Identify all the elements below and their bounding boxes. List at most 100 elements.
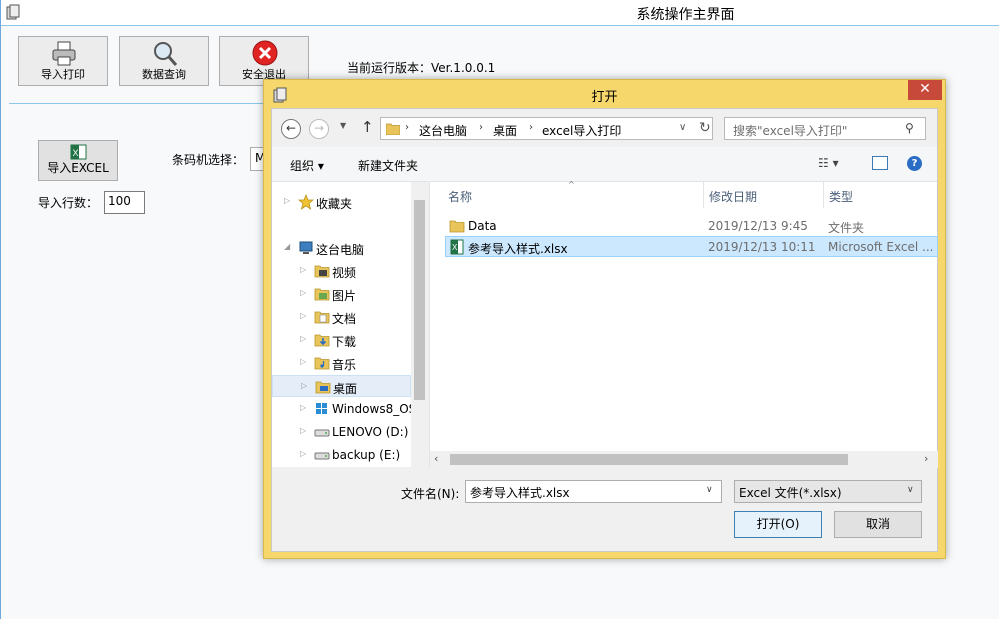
folder-icon <box>449 220 465 233</box>
expand-arrow-icon[interactable]: ◢ <box>284 242 290 251</box>
data-query-button[interactable]: 数据查询 <box>119 36 209 86</box>
drive-icon <box>314 452 330 460</box>
nav-item-drive-d[interactable]: ▷ LENOVO (D:) <box>288 421 428 443</box>
recent-locations-dropdown[interactable]: ▼ <box>340 121 346 130</box>
nav-item-pictures[interactable]: ▷ 图片 <box>288 283 428 305</box>
chevron-down-icon[interactable]: ∨ <box>907 485 914 495</box>
nav-item-documents[interactable]: ▷ 文档 <box>288 306 428 328</box>
refresh-icon[interactable]: ↻ <box>699 120 711 136</box>
filename-label: 文件名(N): <box>401 487 460 501</box>
folder-icon <box>386 123 400 135</box>
expand-arrow-icon[interactable]: ▷ <box>301 381 307 390</box>
view-options-icon[interactable]: ☷ ▾ <box>818 156 839 170</box>
nav-pane-scrollbar[interactable] <box>411 182 428 468</box>
import-print-button[interactable]: 导入打印 <box>18 36 108 86</box>
nav-item-desktop[interactable]: ▷ 桌面 <box>272 375 411 397</box>
breadcrumb-this-pc[interactable]: 这台电脑 <box>419 122 467 139</box>
column-divider[interactable] <box>823 182 824 208</box>
breadcrumb-separator: › <box>405 122 409 133</box>
back-button[interactable]: ← <box>281 119 301 139</box>
forward-button[interactable]: → <box>309 119 329 139</box>
rows-input[interactable]: 100 <box>104 191 145 214</box>
cancel-button[interactable]: 取消 <box>834 511 922 538</box>
svg-text:X: X <box>73 148 79 158</box>
nav-item-favorites[interactable]: ▷ 收藏夹 <box>272 191 412 213</box>
nav-item-drive-e[interactable]: ▷ backup (E:) <box>288 444 428 466</box>
import-excel-button[interactable]: X 导入EXCEL <box>38 140 118 181</box>
open-button[interactable]: 打开(O) <box>734 511 822 538</box>
sort-arrow-icon: ^ <box>568 180 575 189</box>
chevron-down-icon[interactable]: ∨ <box>679 122 686 133</box>
main-window-title: 系统操作主界面 <box>636 7 735 23</box>
windows-drive-icon <box>316 403 327 414</box>
column-header-date[interactable]: 修改日期 <box>709 188 757 205</box>
file-date: 2019/12/13 10:11 <box>708 240 816 254</box>
dialog-titlebar[interactable]: 打开 ✕ <box>264 80 945 108</box>
nav-item-label: 图片 <box>332 289 357 303</box>
expand-arrow-icon[interactable]: ▷ <box>300 334 306 343</box>
address-bar[interactable]: › 这台电脑 › 桌面 › excel导入打印 ∨ ↻ <box>380 117 713 140</box>
chevron-down-icon[interactable]: ∨ <box>706 485 713 495</box>
dialog-toolbar: 组织 ▾ 新建文件夹 ☷ ▾ ? <box>272 147 937 181</box>
column-header-name[interactable]: 名称 <box>448 188 472 205</box>
nav-item-videos[interactable]: ▷ 视频 <box>288 260 428 282</box>
nav-item-label: 视频 <box>332 266 357 280</box>
dialog-content: ← → ▼ ↑ › 这台电脑 › 桌面 › excel导入打印 ∨ ↻ 搜索"e… <box>271 108 938 552</box>
filename-input[interactable]: 参考导入样式.xlsx ∨ <box>465 480 722 503</box>
file-name: 参考导入样式.xlsx <box>468 242 568 256</box>
breadcrumb-current-folder[interactable]: excel导入打印 <box>542 122 621 139</box>
expand-arrow-icon[interactable]: ▷ <box>300 449 306 458</box>
expand-arrow-icon[interactable]: ▷ <box>300 288 306 297</box>
new-folder-button[interactable]: 新建文件夹 <box>358 157 418 174</box>
nav-item-drive-c[interactable]: ▷ Windows8_OS ( <box>288 398 428 420</box>
file-type-filter[interactable]: Excel 文件(*.xlsx) ∨ <box>734 480 922 503</box>
exit-icon <box>252 40 278 66</box>
expand-arrow-icon[interactable]: ▷ <box>300 357 306 366</box>
search-icon: ⚲ <box>905 121 914 135</box>
file-list-scrollbar[interactable]: ‹ › <box>430 451 938 468</box>
excel-file-icon: X <box>450 239 464 255</box>
nav-item-label: 桌面 <box>333 382 358 396</box>
nav-item-music[interactable]: ▷ 音乐 <box>288 352 428 374</box>
nav-item-downloads[interactable]: ▷ 下载 <box>288 329 428 351</box>
expand-arrow-icon[interactable]: ▷ <box>300 426 306 435</box>
up-button[interactable]: ↑ <box>361 118 374 136</box>
breadcrumb-desktop[interactable]: 桌面 <box>493 122 517 139</box>
file-row[interactable]: Data 2019/12/13 9:45 文件夹 <box>446 216 939 237</box>
nav-item-label: 文档 <box>332 312 357 326</box>
nav-item-this-pc[interactable]: ◢ 这台电脑 <box>272 237 412 259</box>
help-icon[interactable]: ? <box>907 156 922 171</box>
pictures-folder-icon <box>314 288 330 301</box>
drive-icon <box>314 429 330 437</box>
column-header-type[interactable]: 类型 <box>829 188 853 205</box>
downloads-folder-icon <box>314 334 330 347</box>
data-query-label: 数据查询 <box>142 68 186 81</box>
scroll-left-icon[interactable]: ‹ <box>434 452 438 465</box>
file-type-filter-value: Excel 文件(*.xlsx) <box>739 486 842 500</box>
barcode-label: 条码机选择： <box>172 153 245 167</box>
preview-pane-icon[interactable] <box>872 156 888 170</box>
nav-item-label: 音乐 <box>332 358 357 372</box>
column-divider[interactable] <box>703 182 704 208</box>
expand-arrow-icon[interactable]: ▷ <box>300 265 306 274</box>
file-type: 文件夹 <box>828 221 865 235</box>
expand-arrow-icon[interactable]: ▷ <box>284 196 290 205</box>
close-button[interactable]: ✕ <box>908 80 942 100</box>
organize-button[interactable]: 组织 ▾ <box>290 157 324 174</box>
scrollbar-thumb[interactable] <box>450 454 848 465</box>
svg-text:X: X <box>452 243 458 252</box>
dialog-title: 打开 <box>591 90 618 105</box>
video-folder-icon <box>314 265 330 278</box>
nav-item-label: backup (E:) <box>332 448 401 462</box>
file-name: Data <box>468 219 497 233</box>
import-print-label: 导入打印 <box>41 68 85 81</box>
scroll-right-icon[interactable]: › <box>924 452 928 465</box>
desktop-folder-icon <box>315 381 331 394</box>
breadcrumb-separator: › <box>479 122 483 133</box>
scrollbar-thumb[interactable] <box>414 200 425 400</box>
search-input[interactable]: 搜索"excel导入打印" ⚲ <box>724 117 926 140</box>
file-row-selected[interactable]: X 参考导入样式.xlsx 2019/12/13 10:11 Microsoft… <box>445 236 938 257</box>
expand-arrow-icon[interactable]: ▷ <box>300 403 306 412</box>
music-folder-icon <box>314 357 330 370</box>
expand-arrow-icon[interactable]: ▷ <box>300 311 306 320</box>
